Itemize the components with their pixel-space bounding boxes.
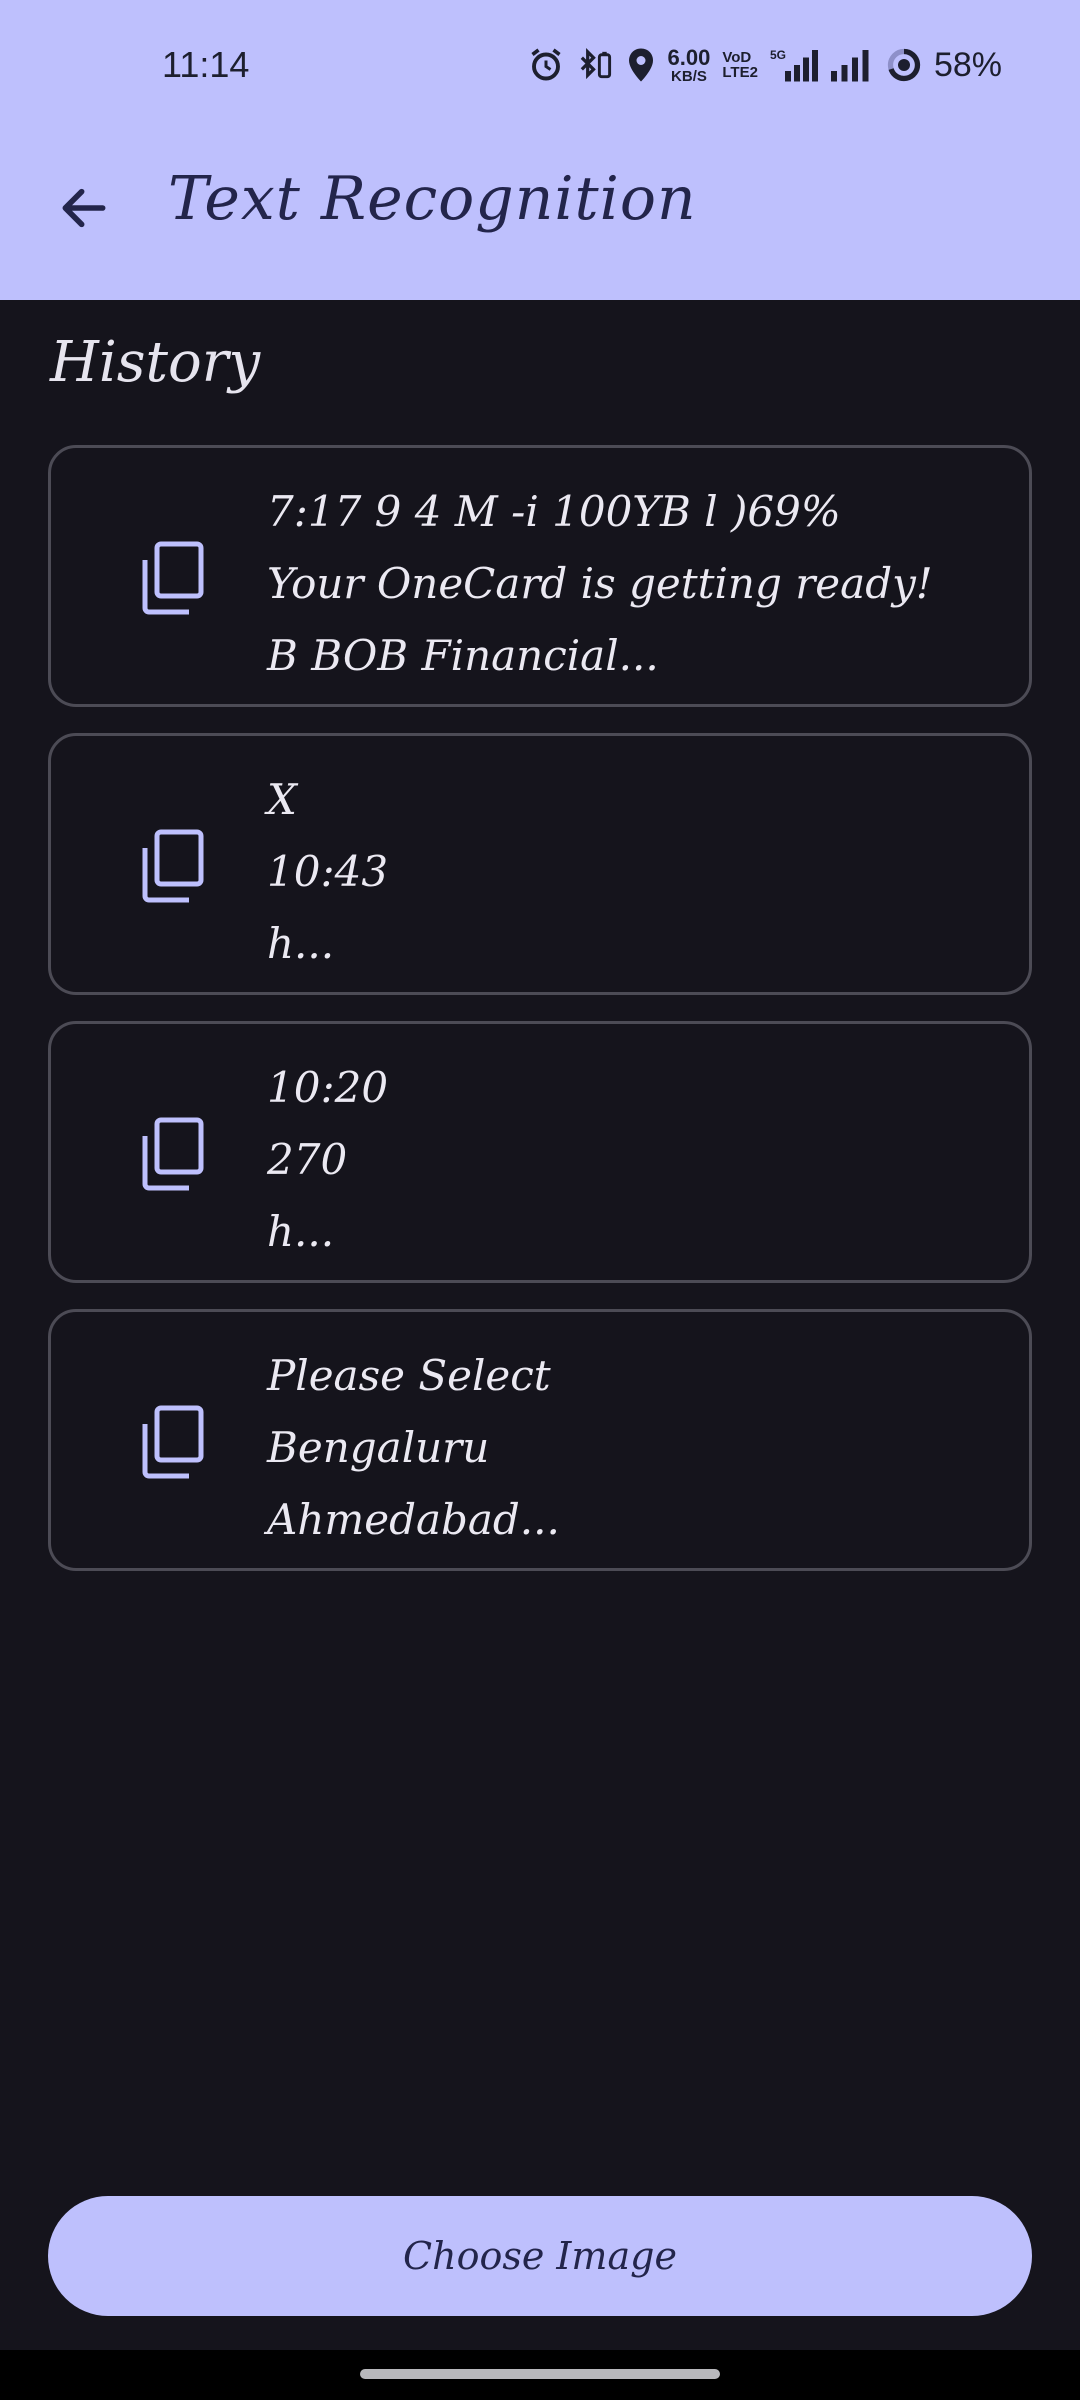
history-line: 270 [267,1135,348,1184]
history-line: B BOB Financial... [267,631,659,680]
status-time: 11:14 [162,44,250,85]
history-item-text: Please Select Bengaluru Ahmedabad... [267,1340,560,1556]
volte-indicator: VoD LTE2 [722,49,758,81]
copy-icon[interactable] [137,1116,207,1194]
history-line: Ahmedabad... [267,1495,560,1544]
status-icons: 6.00 KB/S VoD LTE2 5G 58% [528,40,1002,90]
history-line: h... [267,919,335,968]
copy-icon[interactable] [137,828,207,906]
net-speed: 6.00 KB/S [667,44,711,85]
navigation-bar [0,2350,1080,2400]
history-line: X [267,775,297,824]
history-line: 7:17 9 4 M -i 100YB l )69% [267,487,841,536]
signal-icon: 5G [770,47,818,83]
app-bar: Text Recognition [0,136,1080,300]
status-bar: 11:14 6.00 KB/S VoD LTE2 5G 58% [0,0,1080,136]
copy-icon[interactable] [137,1404,207,1482]
arrow-back-icon [56,180,112,240]
history-line: 10:20 [267,1063,389,1112]
history-item-text: 10:20 270 h... [267,1052,388,1268]
history-heading: History [50,330,261,395]
location-icon [626,47,656,83]
battery-percent: 58% [933,45,1002,84]
history-item[interactable]: 10:20 270 h... [48,1021,1032,1283]
history-item-text: X 10:43 h... [267,764,388,980]
top-app-area: 11:14 6.00 KB/S VoD LTE2 5G 58% Text Rec… [0,0,1080,300]
home-indicator[interactable] [360,2369,720,2379]
history-line: Bengaluru [267,1423,490,1472]
bluetooth-battery-icon [576,47,614,83]
svg-text:5G: 5G [770,48,786,62]
signal-icon [830,47,874,83]
choose-image-button[interactable]: Choose Image [48,2196,1032,2316]
page-title: Text Recognition [168,164,697,234]
copy-icon[interactable] [137,540,207,618]
history-item[interactable]: 7:17 9 4 M -i 100YB l )69% Your OneCard … [48,445,1032,707]
history-list: 7:17 9 4 M -i 100YB l )69% Your OneCard … [48,445,1032,1597]
alarm-icon [528,47,564,83]
history-line: Your OneCard is getting ready! [267,559,933,608]
battery-ring-icon [886,47,922,83]
history-line: Please Select [267,1351,551,1400]
history-item[interactable]: Please Select Bengaluru Ahmedabad... [48,1309,1032,1571]
history-line: 10:43 [267,847,389,896]
history-item-text: 7:17 9 4 M -i 100YB l )69% Your OneCard … [267,476,933,692]
history-line: h... [267,1207,335,1256]
back-button[interactable] [44,170,124,250]
history-item[interactable]: X 10:43 h... [48,733,1032,995]
